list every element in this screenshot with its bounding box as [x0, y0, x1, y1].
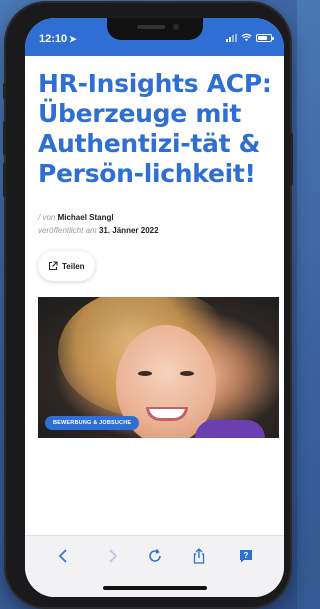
volume-down-button — [3, 163, 6, 197]
share-icon — [193, 548, 205, 564]
browser-toolbar: ? — [25, 535, 284, 597]
forward-arrow-icon — [109, 549, 118, 563]
date-line: veröffentlicht am 31. Jänner 2022 — [38, 224, 272, 237]
author-name[interactable]: Michael Stangl — [58, 213, 114, 222]
share-button-label: Teilen — [62, 261, 85, 271]
category-badge[interactable]: BEWERBUNG & JOBSUCHE — [45, 416, 140, 430]
battery-icon — [256, 33, 274, 42]
help-button[interactable]: ? — [235, 546, 257, 566]
notch — [107, 18, 203, 40]
author-prefix: / von — [38, 213, 56, 222]
screen: 12:10 ➤ HR-Insights ACP: Überzeuge mit A… — [25, 18, 284, 597]
hero-eye-right — [180, 371, 194, 376]
help-icon: ? — [240, 550, 252, 563]
hero-eye-left — [138, 371, 152, 376]
external-share-icon — [49, 261, 58, 270]
location-arrow-icon: ➤ — [69, 34, 77, 44]
volume-up-button — [3, 121, 6, 155]
status-time: 12:10 ➤ — [39, 33, 77, 45]
article-meta: / von Michael Stangl veröffentlicht am 3… — [38, 211, 272, 237]
date-prefix: veröffentlicht am — [38, 226, 97, 235]
share-button[interactable]: Teilen — [38, 251, 95, 281]
cellular-signal-icon — [226, 33, 237, 42]
article-content: HR-Insights ACP: Überzeuge mit Authentiz… — [25, 56, 284, 438]
hero-clothing — [195, 420, 265, 438]
back-button[interactable] — [53, 546, 75, 566]
publish-date: 31. Jänner 2022 — [98, 226, 159, 235]
mute-switch — [3, 83, 6, 99]
status-time-text: 12:10 — [39, 33, 68, 45]
speaker-grille — [137, 25, 165, 29]
power-button — [290, 133, 293, 185]
reload-button[interactable] — [144, 546, 166, 566]
reload-icon — [149, 549, 161, 562]
hero-smile — [146, 407, 188, 421]
author-line: / von Michael Stangl — [38, 211, 272, 224]
status-icons — [226, 33, 274, 42]
article-hero-image[interactable]: BEWERBUNG & JOBSUCHE — [38, 297, 279, 438]
wifi-icon — [241, 33, 252, 42]
back-arrow-icon — [58, 549, 67, 563]
help-glyph: ? — [244, 551, 249, 560]
front-camera — [173, 24, 179, 30]
article-title: HR-Insights ACP: Überzeuge mit Authentiz… — [38, 69, 272, 188]
home-indicator[interactable] — [103, 586, 207, 590]
forward-button[interactable] — [101, 546, 123, 566]
status-bar: 12:10 ➤ — [25, 18, 284, 56]
share-sheet-button[interactable] — [188, 546, 210, 566]
phone-frame: 12:10 ➤ HR-Insights ACP: Überzeuge mit A… — [3, 3, 293, 607]
